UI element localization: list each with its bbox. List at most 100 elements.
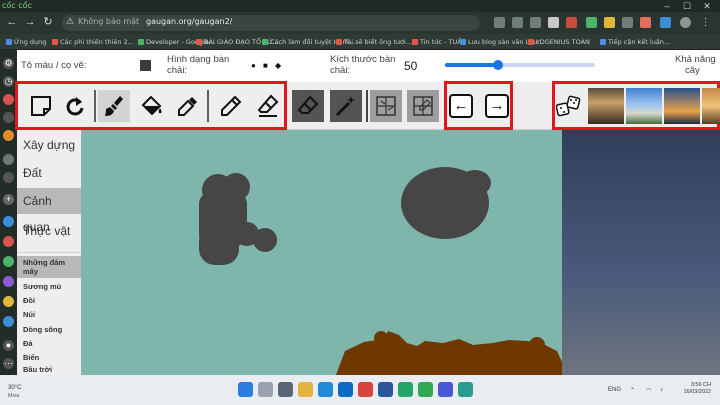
segmentation-grid-button[interactable] <box>370 90 402 122</box>
edge-icon[interactable] <box>318 382 333 397</box>
extension-icon[interactable] <box>566 17 577 28</box>
eraser-icon <box>297 95 319 114</box>
category-ground[interactable]: Đất <box>17 160 81 186</box>
browser-brand: cốc cốc <box>2 1 32 10</box>
category-landscape[interactable]: Cảnh quan <box>17 188 81 234</box>
app-icon[interactable] <box>3 276 14 287</box>
app-icon[interactable] <box>3 236 14 247</box>
download-icon[interactable] <box>548 17 559 28</box>
settings-icon[interactable]: ⚙ <box>3 58 14 69</box>
file-explorer-icon[interactable] <box>298 382 313 397</box>
circle-brush-icon[interactable]: ● <box>251 62 256 70</box>
more-icon[interactable]: ⋯ <box>3 358 14 369</box>
category-building[interactable]: Xây dựng <box>17 132 81 158</box>
app-icon[interactable] <box>3 296 14 307</box>
security-status: Không bảo mật <box>78 17 140 26</box>
app-icon[interactable] <box>3 94 14 105</box>
label-fog[interactable]: Sương mù <box>17 282 81 291</box>
warning-icon: ⚠ <box>66 16 75 26</box>
app-icon[interactable] <box>3 172 14 183</box>
label-rock[interactable]: Đá <box>17 339 81 348</box>
search-icon[interactable] <box>258 382 273 397</box>
highlight-box <box>15 81 287 130</box>
style-thumbnail[interactable] <box>664 88 700 124</box>
bookmark-item[interactable]: YOGENIUS TOÀN <box>528 37 590 47</box>
app-icon[interactable] <box>3 130 14 141</box>
square-brush-icon[interactable]: ■ <box>263 62 268 70</box>
browser-titlebar: cốc cốc – ☐ ✕ <box>0 0 720 12</box>
bookmark-item[interactable]: Tiếp cận kết luận... <box>600 37 670 47</box>
category-plants[interactable]: Thực vật <box>17 218 81 244</box>
puzzle-icon[interactable] <box>622 17 633 28</box>
output-preview <box>562 130 720 375</box>
app-icon[interactable] <box>3 256 14 267</box>
wifi-icon[interactable]: ◠ <box>646 387 651 394</box>
maximize-icon[interactable]: ☐ <box>680 0 694 12</box>
style-thumbnail[interactable] <box>702 88 720 124</box>
extension-icon[interactable] <box>604 17 615 28</box>
diamond-brush-icon[interactable]: ◆ <box>275 62 281 70</box>
app-icon[interactable] <box>3 216 14 227</box>
bookmark-item[interactable]: Tài sẽ biết ông tươi... <box>336 37 412 47</box>
task-view-icon[interactable] <box>278 382 293 397</box>
label-clouds[interactable]: Những đám mây <box>17 256 81 278</box>
extension-icon[interactable] <box>660 17 671 28</box>
app-icon[interactable] <box>3 112 14 123</box>
menu-icon[interactable]: ⋮ <box>700 17 711 28</box>
word-icon[interactable] <box>378 382 393 397</box>
bookmark-item[interactable]: Các phi thiên thiên 2... <box>52 37 134 47</box>
system-clock[interactable]: 3:56 CH 16/03/2022 <box>681 382 711 396</box>
shape-label: Hình dạng bàn <box>167 54 230 65</box>
language-indicator[interactable]: ENG <box>608 387 621 393</box>
app-icon[interactable] <box>438 382 453 397</box>
app-icon[interactable] <box>3 154 14 165</box>
label-sea[interactable]: Biển <box>17 353 81 362</box>
style-thumbnail[interactable] <box>626 88 662 124</box>
label-mountain[interactable]: Núi <box>17 310 81 319</box>
windows-start-icon[interactable] <box>238 382 253 397</box>
app-icon[interactable] <box>458 382 473 397</box>
add-icon[interactable]: + <box>3 194 14 205</box>
reload-icon[interactable]: ↻ <box>42 16 54 28</box>
speaker-icon[interactable]: ♪ <box>660 387 663 393</box>
size-label: Kích thước bàn <box>330 54 396 65</box>
label-hill[interactable]: Đồi <box>17 296 81 305</box>
notification-icon[interactable]: ● <box>3 340 14 351</box>
sketch-grid-button[interactable] <box>407 90 439 122</box>
brush-color-swatch[interactable] <box>140 60 151 71</box>
avatar[interactable] <box>680 17 691 28</box>
app-icon[interactable] <box>3 316 14 327</box>
app-icon[interactable] <box>358 382 373 397</box>
close-icon[interactable]: ✕ <box>700 0 714 12</box>
slider-thumb[interactable] <box>492 60 503 70</box>
app-icon[interactable] <box>398 382 413 397</box>
magic-wand-button[interactable] <box>330 90 362 122</box>
forward-icon[interactable]: → <box>24 16 36 28</box>
back-icon[interactable]: ← <box>6 16 18 28</box>
history-icon[interactable]: ◷ <box>3 76 14 87</box>
dice-icon[interactable] <box>556 94 582 120</box>
label-river[interactable]: Dòng sông <box>17 325 81 334</box>
app-icon[interactable] <box>418 382 433 397</box>
translate-icon[interactable] <box>494 17 505 28</box>
extension-icon[interactable] <box>640 17 651 28</box>
star-icon[interactable] <box>530 17 541 28</box>
drawing-canvas[interactable] <box>81 130 562 375</box>
aux-label: cây <box>685 65 700 76</box>
tray-chevron-icon[interactable]: ⌃ <box>630 387 635 394</box>
color-label: Tô màu / cọ vẽ: <box>21 60 87 71</box>
minimize-icon[interactable]: – <box>660 0 674 12</box>
cloud-strokes <box>199 167 491 265</box>
url-field[interactable]: ⚠ Không bảo mật gaugan.org/gaugan2/ <box>62 15 480 31</box>
highlight-box <box>444 81 513 130</box>
brush-size-slider[interactable] <box>445 60 595 70</box>
style-thumbnail[interactable] <box>588 88 624 124</box>
extension-icon[interactable] <box>586 17 597 28</box>
share-icon[interactable] <box>512 17 523 28</box>
bookmark-item[interactable]: Ứng dụng <box>6 37 46 47</box>
ground-strokes <box>336 331 562 375</box>
store-icon[interactable] <box>338 382 353 397</box>
eraser-button[interactable] <box>292 90 324 122</box>
bookmark-item[interactable]: Tin tức - TUẦN <box>412 37 467 47</box>
label-sky[interactable]: Bầu trời <box>17 365 81 374</box>
